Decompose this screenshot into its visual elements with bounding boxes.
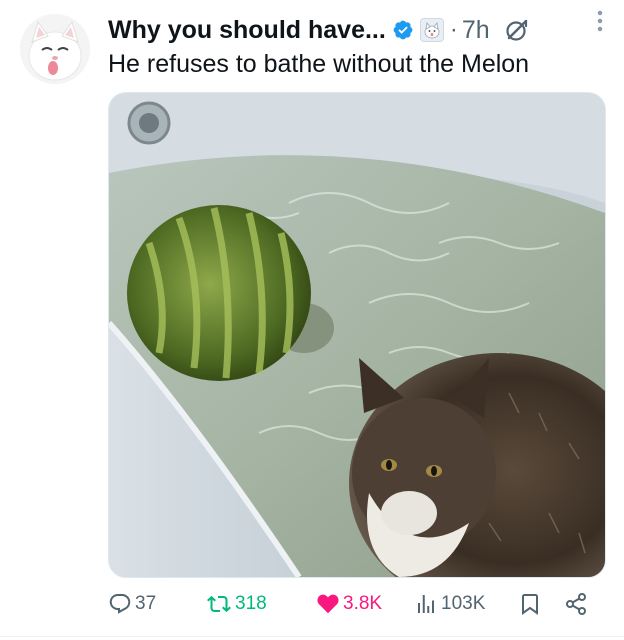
heart-icon [316, 592, 340, 616]
reply-icon [108, 592, 132, 616]
photo-cat-watermelon-bathtub [109, 93, 605, 577]
time-separator: · [449, 16, 458, 43]
avatar[interactable] [20, 14, 90, 84]
affiliate-badge-icon[interactable] [419, 18, 444, 42]
verified-badge-icon [392, 19, 414, 41]
reply-button[interactable]: 37 [108, 592, 156, 616]
retweet-icon [206, 592, 232, 616]
views-button[interactable]: 103K [414, 592, 485, 616]
post-time[interactable]: 7h [462, 16, 490, 45]
like-button[interactable]: 3.8K [316, 592, 382, 616]
grok-icon[interactable] [504, 17, 530, 43]
divider [0, 636, 624, 637]
bookmark-button[interactable] [518, 592, 542, 616]
views-icon [414, 592, 438, 616]
share-button[interactable] [564, 592, 588, 616]
more-vertical-icon[interactable] [590, 8, 610, 34]
tweet-text: He refuses to bathe without the Melon [108, 50, 530, 78]
author-display-name[interactable]: Why you should have... [108, 16, 386, 45]
retweet-count: 318 [235, 593, 267, 614]
views-count: 103K [441, 593, 486, 614]
like-count: 3.8K [343, 593, 383, 614]
reply-count: 37 [135, 593, 157, 614]
tweet-header: Why you should have... · 7h [108, 10, 608, 50]
tweet-photo[interactable] [108, 92, 606, 578]
share-icon [564, 592, 588, 616]
white-cat-avatar-icon [20, 14, 90, 84]
retweet-button[interactable]: 318 [206, 592, 267, 616]
bookmark-icon [518, 592, 542, 616]
tweet-actions: 37 318 3.8K 103K [108, 588, 596, 624]
